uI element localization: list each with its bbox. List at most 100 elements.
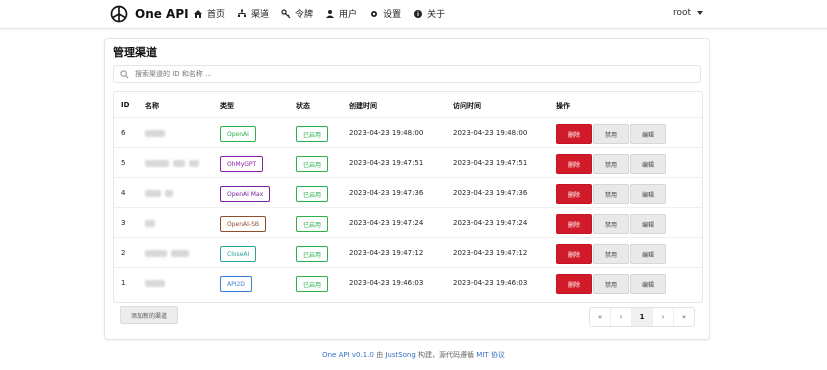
created-time: 2023-04-23 19:47:36 [349,189,424,197]
disable-button[interactable]: 禁用 [593,244,629,264]
header-created[interactable]: 创建时间 [349,101,377,111]
type-badge: CloseAI [220,246,257,262]
table-header: ID 名称 类型 状态 创建时间 访问时间 操作 [114,92,702,117]
footer: One API v0.1.0 由 JustSong 构建，源代码遵循 MIT 协… [0,350,827,360]
disable-button[interactable]: 禁用 [593,184,629,204]
table-row: 6 OpenAI 已启用 2023-04-23 19:48:00 2023-04-23 … [114,117,702,148]
search-box[interactable] [113,65,701,83]
row-id: 6 [121,129,126,137]
nav-users-label: 用户 [339,10,358,20]
disable-button[interactable]: 禁用 [593,274,629,294]
redacted-name [145,130,165,137]
delete-button[interactable]: 删除 [556,124,592,144]
table-row: 4 OpenAI Max 已启用 2023-04-23 19:47:36 2023-04… [114,177,702,208]
created-time: 2023-04-23 19:48:00 [349,129,424,137]
status-badge: 已启用 [296,156,329,172]
header-name[interactable]: 名称 [145,101,159,111]
page-next-button[interactable]: › [653,308,674,326]
username: root [672,8,691,18]
openai-logo-icon[interactable] [109,4,129,24]
created-time: 2023-04-23 19:47:24 [349,219,424,227]
nav-settings[interactable]: 设置 [369,7,401,20]
nav-about[interactable]: 关于 [413,7,445,20]
footer-by: 由 [376,351,384,359]
edit-button[interactable]: 编辑 [630,244,666,264]
row-id: 5 [121,159,126,167]
accessed-time: 2023-04-23 19:47:36 [453,189,528,197]
disable-button[interactable]: 禁用 [593,124,629,144]
type-badge: OpenAI-SB [220,216,266,232]
row-id: 4 [121,189,126,197]
info-icon [414,9,423,18]
footer-author-link[interactable]: JustSong [385,351,416,359]
accessed-time: 2023-04-23 19:47:51 [453,159,528,167]
row-id: 2 [121,249,126,257]
nav-users[interactable]: 用户 [325,7,357,20]
type-badge: OpenAI Max [220,186,271,202]
row-id: 3 [121,219,126,227]
table-row: 3 OpenAI-SB 已启用 2023-04-23 19:47:24 2023-04-… [114,207,702,238]
page-last-button[interactable]: » [674,308,694,326]
edit-button[interactable]: 编辑 [630,184,666,204]
row-id: 1 [121,279,126,287]
footer-app-link[interactable]: One API v0.1.0 [322,351,374,359]
pagination: « ‹ 1 › » [589,307,695,327]
user-menu[interactable]: root [673,8,703,18]
nav-home[interactable]: 首页 [193,7,225,20]
table-row: 1 API2D 已启用 2023-04-23 19:46:03 2023-04-23 1… [114,267,702,298]
redacted-name [171,250,189,257]
redacted-name [145,190,161,197]
page-prev-button[interactable]: ‹ [611,308,632,326]
accessed-time: 2023-04-23 19:47:24 [453,219,528,227]
type-badge: API2D [220,276,252,292]
type-badge: OhMyGPT [220,156,264,172]
footer-license-link[interactable]: MIT 协议 [476,351,505,359]
brand-title[interactable]: One API [135,7,189,21]
table-row: 2 CloseAI 已启用 2023-04-23 19:47:12 2023-04-23… [114,237,702,268]
status-badge: 已启用 [296,216,329,232]
redacted-name [173,160,185,167]
delete-button[interactable]: 删除 [556,154,592,174]
delete-button[interactable]: 删除 [556,274,592,294]
delete-button[interactable]: 删除 [556,244,592,264]
key-icon [281,8,291,18]
status-badge: 已启用 [296,276,329,292]
nav-settings-label: 设置 [383,10,402,20]
edit-button[interactable]: 编辑 [630,154,666,174]
edit-button[interactable]: 编辑 [630,124,666,144]
edit-button[interactable]: 编辑 [630,274,666,294]
disable-button[interactable]: 禁用 [593,214,629,234]
type-badge: OpenAI [220,126,256,142]
redacted-name [145,280,165,287]
delete-button[interactable]: 删除 [556,184,592,204]
status-badge: 已启用 [296,246,329,262]
redacted-name [189,160,199,167]
edit-button[interactable]: 编辑 [630,214,666,234]
disable-button[interactable]: 禁用 [593,154,629,174]
redacted-name [145,160,169,167]
header-status[interactable]: 状态 [296,101,310,111]
delete-button[interactable]: 删除 [556,214,592,234]
table-row: 5 OhMyGPT 已启用 2023-04-23 19:47:51 2023-04-23… [114,147,702,178]
page-first-button[interactable]: « [590,308,611,326]
search-icon [120,69,129,78]
header-actions: 操作 [556,102,570,110]
status-badge: 已启用 [296,126,329,142]
accessed-time: 2023-04-23 19:47:12 [453,249,528,257]
main-nav: 首页 渠道 令牌 用户 设置 关于 [193,7,445,20]
page-1-button[interactable]: 1 [632,308,653,326]
redacted-name [145,220,155,227]
search-input[interactable] [133,69,637,79]
header-id[interactable]: ID [121,101,129,109]
user-icon [326,9,335,18]
gear-icon [371,10,378,17]
redacted-name [165,190,173,197]
nav-channels[interactable]: 渠道 [237,7,269,20]
header-type[interactable]: 类型 [220,101,234,111]
footer-built: 构建，源代码遵循 [418,351,475,359]
header-accessed[interactable]: 访问时间 [453,101,481,111]
nav-tokens[interactable]: 令牌 [281,7,313,20]
add-channel-button[interactable]: 添加新的渠道 [120,306,179,324]
channel-management-card: 管理渠道 ID 名称 类型 状态 创建时间 访问时间 操作 6 OpenAI 已启用… [104,38,710,340]
channel-table: ID 名称 类型 状态 创建时间 访问时间 操作 6 OpenAI 已启用 2023-… [113,91,703,303]
